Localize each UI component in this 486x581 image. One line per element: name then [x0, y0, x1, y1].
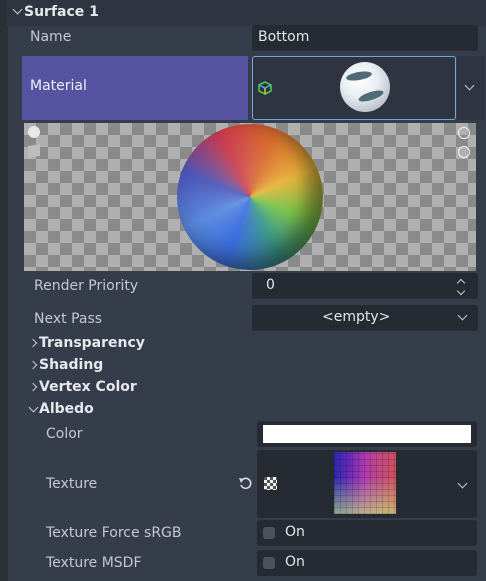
- albedo-color-picker[interactable]: [257, 421, 477, 447]
- group-label: Transparency: [39, 335, 145, 351]
- force-srgb-value: On: [285, 524, 305, 540]
- revert-icon[interactable]: [238, 476, 253, 491]
- next-pass-value: <empty>: [322, 309, 391, 325]
- albedo-color-label: Color: [46, 426, 83, 442]
- sun-icon[interactable]: [458, 127, 470, 139]
- checkbox-icon: [263, 557, 275, 569]
- material-dropdown-button[interactable]: [457, 56, 485, 120]
- render-priority-label: Render Priority: [34, 278, 139, 294]
- group-transparency[interactable]: Transparency: [30, 335, 470, 355]
- material-preview: [24, 123, 476, 271]
- texture-icon: [264, 477, 277, 490]
- preview-sphere: [177, 124, 323, 270]
- msdf-checkbox[interactable]: On: [257, 550, 477, 576]
- name-value: Bottom: [258, 29, 310, 45]
- group-albedo[interactable]: Albedo: [30, 401, 470, 421]
- sun-icon[interactable]: [458, 146, 470, 158]
- material-label: Material: [30, 78, 87, 94]
- render-priority-value: 0: [266, 277, 275, 293]
- updown-arrows-icon[interactable]: [456, 278, 466, 294]
- group-label: Vertex Color: [39, 379, 137, 395]
- next-pass-label: Next Pass: [34, 311, 103, 327]
- albedo-texture-label: Texture: [46, 476, 98, 492]
- checkbox-icon: [263, 527, 275, 539]
- group-shading[interactable]: Shading: [30, 357, 470, 377]
- surface-section-header[interactable]: Surface 1: [6, 0, 486, 26]
- force-srgb-checkbox[interactable]: On: [257, 520, 477, 546]
- color-swatch: [263, 425, 471, 443]
- name-label: Name: [30, 29, 72, 45]
- texture-thumbnail: [334, 452, 396, 514]
- msdf-label: Texture MSDF: [46, 555, 142, 571]
- mesh-toggle-icon[interactable]: [28, 143, 40, 159]
- section-title: Surface 1: [24, 4, 99, 20]
- name-field[interactable]: Bottom: [252, 25, 478, 51]
- group-label: Albedo: [39, 401, 94, 417]
- msdf-value: On: [285, 554, 305, 570]
- group-vertex-color[interactable]: Vertex Color: [30, 379, 470, 399]
- cube-resource-icon: [258, 81, 272, 95]
- next-pass-field[interactable]: <empty>: [252, 305, 478, 331]
- material-row[interactable]: Material: [22, 56, 248, 120]
- inspector-gutter: [0, 0, 8, 581]
- group-label: Shading: [39, 357, 104, 373]
- render-priority-spinbox[interactable]: 0: [252, 273, 478, 299]
- material-thumbnail: [340, 62, 390, 112]
- light-toggle-icon[interactable]: [28, 126, 40, 138]
- force-srgb-label: Texture Force sRGB: [46, 525, 182, 541]
